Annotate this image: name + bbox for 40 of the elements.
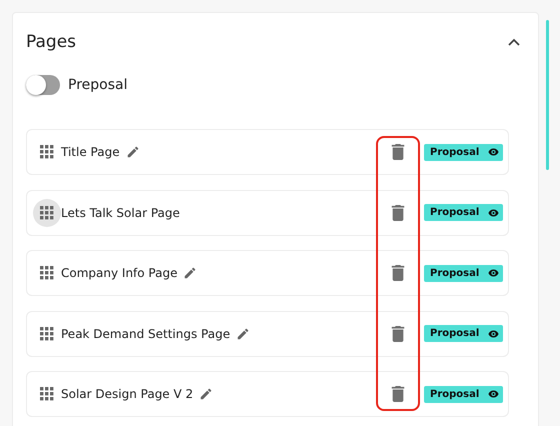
section-title: Pages: [26, 32, 76, 52]
eye-icon[interactable]: [488, 269, 499, 277]
badge-label: Proposal: [430, 328, 480, 339]
toggle-switch[interactable]: [26, 75, 60, 95]
page-name: Lets Talk Solar Page: [61, 206, 180, 220]
page-row[interactable]: Title Page Proposal: [26, 129, 509, 175]
pencil-icon[interactable]: [126, 145, 140, 159]
page-row[interactable]: Solar Design Page V 2 Proposal: [26, 371, 509, 417]
trash-icon[interactable]: [391, 204, 405, 220]
page-name: Peak Demand Settings Page: [61, 326, 230, 340]
trash-icon[interactable]: [391, 144, 405, 160]
page-row[interactable]: Company Info Page Proposal: [26, 250, 509, 296]
page-row[interactable]: Peak Demand Settings Page Proposal: [26, 310, 509, 356]
pencil-icon[interactable]: [199, 387, 214, 401]
pencil-icon[interactable]: [236, 326, 250, 340]
trash-icon[interactable]: [391, 265, 405, 281]
scrollbar[interactable]: [546, 20, 549, 170]
eye-icon[interactable]: [488, 208, 499, 216]
drag-handle-icon: [40, 326, 54, 340]
badge-label: Proposal: [430, 146, 480, 158]
eye-icon[interactable]: [488, 330, 499, 338]
toggle-label: Preposal: [68, 77, 128, 93]
pencil-icon[interactable]: [183, 266, 198, 280]
page-row[interactable]: Lets Talk Solar Page Proposal: [26, 190, 509, 236]
page-name: Title Page: [61, 145, 120, 159]
badge-label: Proposal: [430, 388, 480, 400]
trash-icon[interactable]: [391, 326, 405, 342]
drag-handle-icon: [40, 206, 54, 220]
drag-handle-icon: [40, 387, 54, 401]
page-name: Solar Design Page V 2: [61, 387, 194, 401]
eye-icon[interactable]: [488, 148, 499, 156]
eye-icon[interactable]: [488, 390, 499, 398]
chevron-icon[interactable]: [507, 37, 521, 47]
page-name: Company Info Page: [61, 266, 178, 280]
badge-label: Proposal: [430, 268, 480, 278]
drag-handle-icon: [40, 145, 54, 159]
drag-handle-icon: [40, 266, 54, 280]
trash-icon[interactable]: [391, 386, 405, 402]
drag-handle[interactable]: [33, 198, 61, 226]
badge-label: Proposal: [430, 207, 480, 218]
